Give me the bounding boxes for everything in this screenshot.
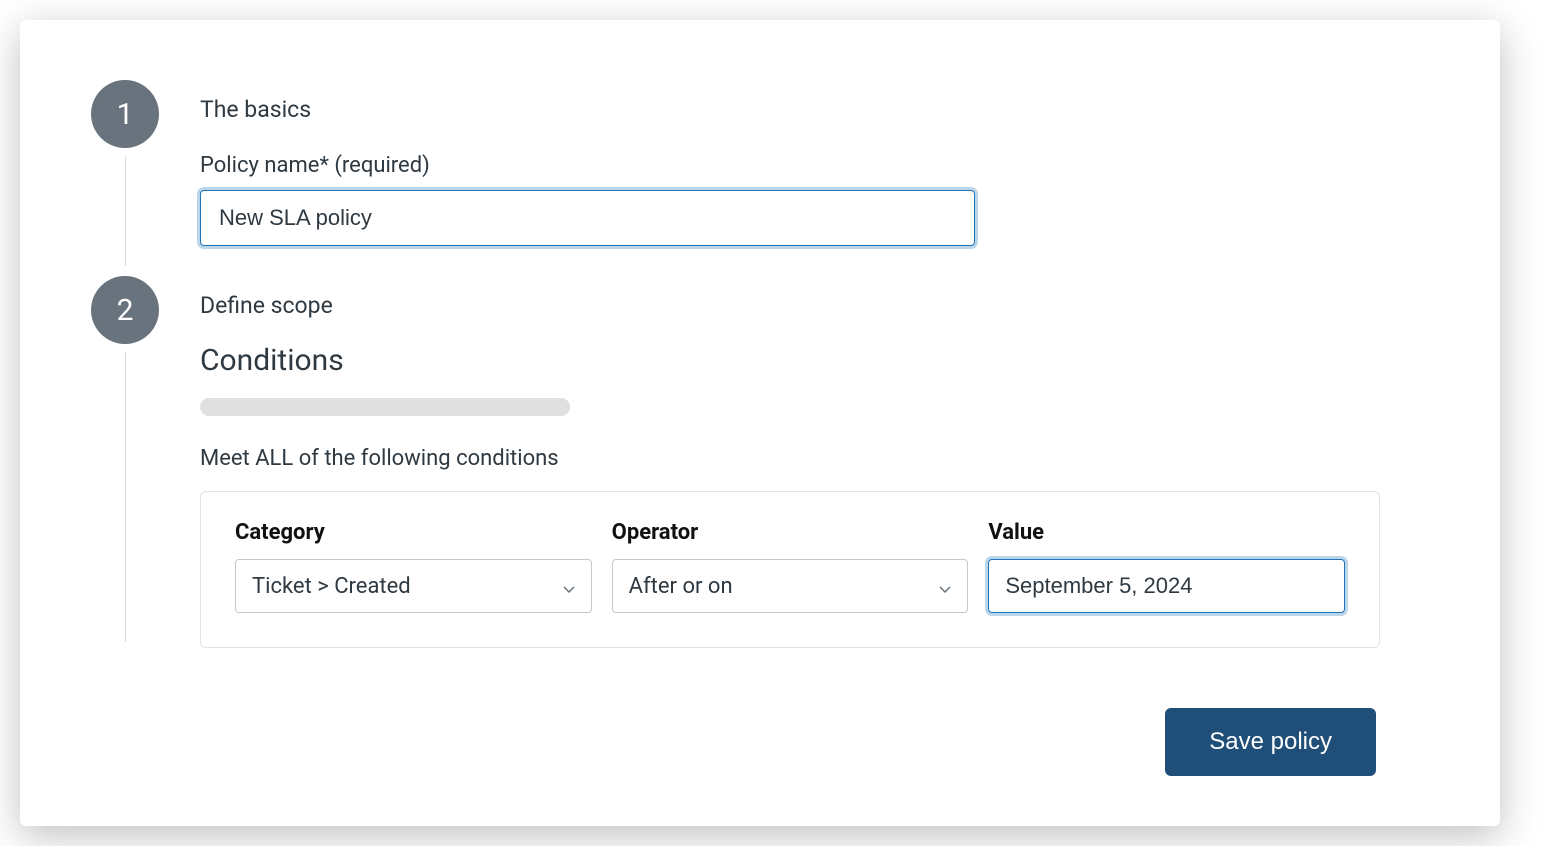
skeleton-placeholder: [200, 398, 570, 416]
condition-value-column: Value: [988, 520, 1345, 613]
category-select[interactable]: Ticket > Created: [235, 559, 592, 613]
operator-select-value: After or on: [629, 574, 733, 599]
policy-name-label: Policy name* (required): [200, 153, 1430, 178]
step-indicator: 2: [90, 276, 160, 642]
step-title: The basics: [200, 96, 1430, 123]
operator-column-label: Operator: [612, 520, 969, 545]
condition-category-column: Category Ticket > Created: [235, 520, 592, 613]
step-number: 1: [117, 97, 134, 132]
step-connector-line: [125, 352, 126, 642]
step-body: The basics Policy name* (required): [160, 80, 1430, 276]
form-footer: Save policy: [90, 708, 1430, 776]
step-connector-line: [125, 156, 126, 266]
step-body: Define scope Conditions Meet ALL of the …: [160, 276, 1430, 678]
step-indicator: 1: [90, 80, 160, 266]
condition-operator-column: Operator After or on: [612, 520, 969, 613]
policy-name-input[interactable]: [200, 190, 975, 246]
meet-all-label: Meet ALL of the following conditions: [200, 446, 1430, 471]
step-number-circle: 2: [91, 276, 159, 344]
conditions-box: Category Ticket > Created Operator After…: [200, 491, 1380, 648]
step-title: Define scope: [200, 292, 1430, 319]
chevron-down-icon: [937, 578, 953, 594]
step-basics: 1 The basics Policy name* (required): [90, 80, 1430, 276]
condition-row: Category Ticket > Created Operator After…: [235, 520, 1345, 613]
category-column-label: Category: [235, 520, 592, 545]
step-define-scope: 2 Define scope Conditions Meet ALL of th…: [90, 276, 1430, 678]
category-select-value: Ticket > Created: [252, 574, 411, 599]
save-policy-button[interactable]: Save policy: [1165, 708, 1376, 776]
value-column-label: Value: [988, 520, 1345, 545]
step-number: 2: [117, 293, 134, 328]
operator-select[interactable]: After or on: [612, 559, 969, 613]
step-number-circle: 1: [91, 80, 159, 148]
value-input[interactable]: [988, 559, 1345, 613]
conditions-heading: Conditions: [200, 343, 1430, 378]
policy-form-page: 1 The basics Policy name* (required) 2 D…: [20, 20, 1500, 826]
chevron-down-icon: [561, 578, 577, 594]
